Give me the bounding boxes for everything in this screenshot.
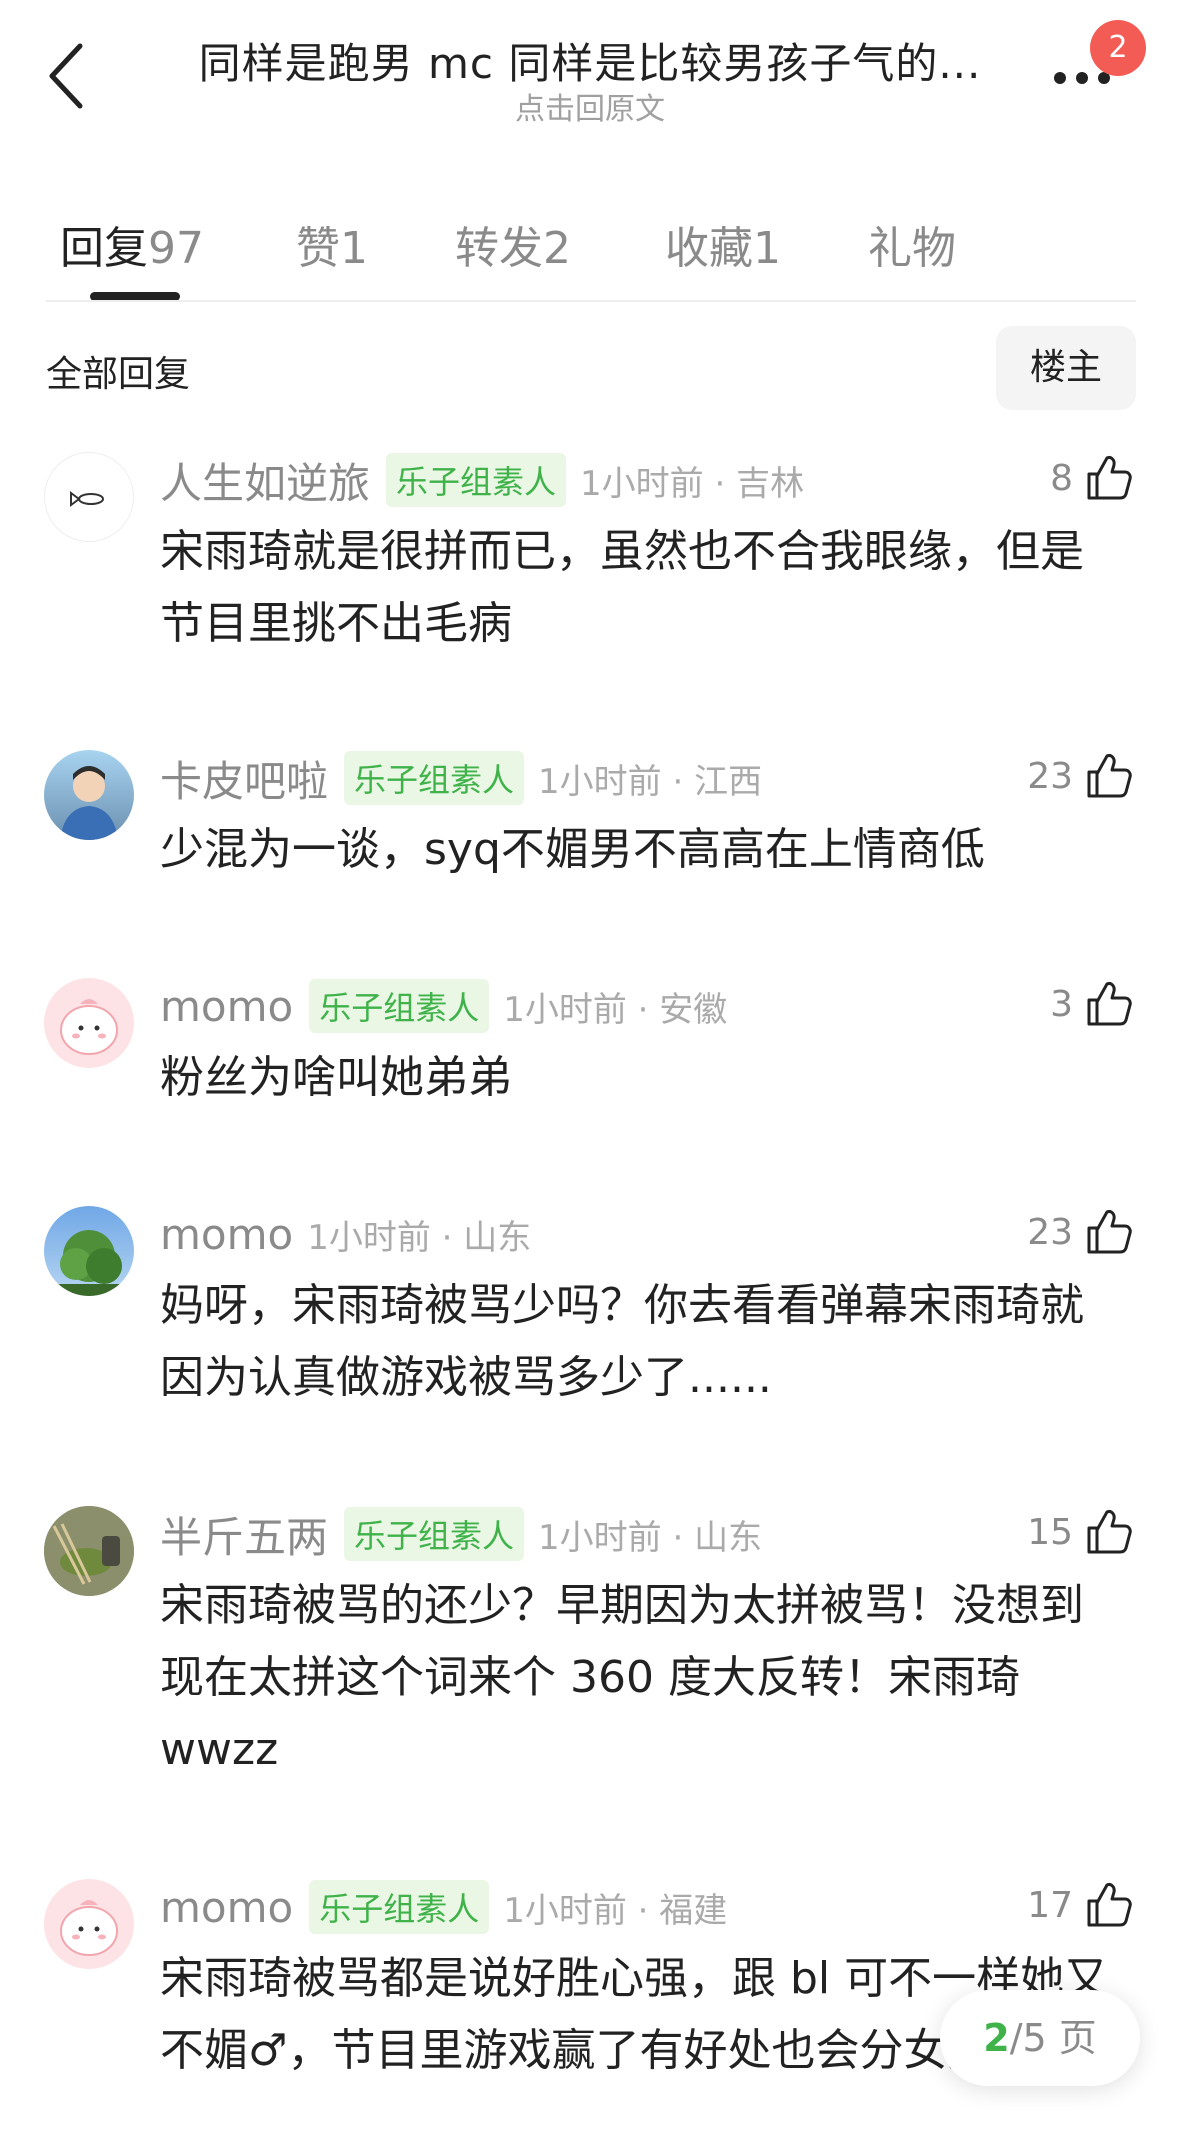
tab-bar: 回复97 赞1 转发2 收藏1 礼物 — [0, 200, 1179, 304]
thumbs-up-icon — [1087, 754, 1132, 798]
back-to-original-link[interactable]: 点击回原文 — [190, 84, 990, 128]
timestamp-location: 1小时前 · 山东 — [307, 1217, 532, 1258]
comment-item: momo 乐子组素人 1小时前 · 安徽 3 粉丝为啥叫她弟弟 — [0, 974, 1179, 1124]
thumbs-up-icon — [1087, 1210, 1132, 1254]
like-count: 8 — [1050, 457, 1073, 499]
timestamp-location: 1小时前 · 安徽 — [503, 989, 728, 1030]
user-badge: 乐子组素人 — [386, 453, 567, 507]
page-title[interactable]: 同样是跑男 mc 同样是比较男孩子气的... — [190, 30, 990, 91]
like-button[interactable]: 17 — [1027, 1875, 1135, 1935]
like-button[interactable]: 3 — [1050, 974, 1135, 1034]
avatar[interactable] — [44, 1879, 134, 1969]
comment-item: 人生如逆旅 乐子组素人 1小时前 · 吉林 8 宋雨琦就是很拼而已，虽然也不合我… — [0, 448, 1179, 668]
more-dots-icon — [1054, 72, 1066, 84]
chevron-left-icon — [49, 43, 83, 109]
avatar[interactable] — [44, 978, 134, 1068]
like-button[interactable]: 15 — [1027, 1502, 1135, 1562]
bottom-fade — [0, 2100, 1179, 2150]
section-title: 全部回复 — [46, 354, 191, 395]
pink-cartoon-icon — [60, 999, 118, 1055]
tab-replies[interactable]: 回复97 — [60, 212, 204, 276]
like-button[interactable]: 8 — [1050, 448, 1135, 508]
comment-text: 少混为一谈，syq不媚男不高高在上情商低 — [160, 824, 985, 875]
like-count: 17 — [1027, 1884, 1073, 1926]
username[interactable]: momo — [160, 1210, 293, 1259]
comment-item: 半斤五两 乐子组素人 1小时前 · 山东 15 宋雨琦被骂的还少？早期因为太拼被… — [0, 1502, 1179, 1802]
avatar[interactable] — [44, 750, 134, 840]
comment-text: 粉丝为啥叫她弟弟 — [160, 1052, 512, 1103]
username[interactable]: 半斤五两 — [160, 1504, 328, 1565]
notification-badge: 2 — [1090, 20, 1146, 76]
top-bar: 同样是跑男 mc 同样是比较男孩子气的... 点击回原文 2 — [0, 0, 1179, 150]
thumbs-up-icon — [1087, 456, 1132, 500]
thumbs-up-icon — [1087, 1883, 1132, 1927]
user-badge: 乐子组素人 — [309, 1880, 490, 1934]
timestamp-location: 1小时前 · 福建 — [503, 1890, 728, 1931]
username[interactable]: 人生如逆旅 — [160, 450, 370, 511]
username[interactable]: momo — [160, 982, 293, 1031]
avatar[interactable] — [44, 452, 134, 542]
comment-text: 宋雨琦就是很拼而已，虽然也不合我眼缘，但是节目里挑不出毛病 — [160, 526, 1084, 649]
like-count: 23 — [1027, 755, 1073, 797]
timestamp-location: 1小时前 · 江西 — [538, 761, 763, 802]
tree-photo-icon — [44, 1230, 134, 1296]
comment-item: momo 1小时前 · 山东 23 妈呀，宋雨琦被骂少吗？你去看看弹幕宋雨琦就因… — [0, 1202, 1179, 1422]
avatar[interactable] — [44, 1206, 134, 1296]
thumbs-up-icon — [1087, 982, 1132, 1026]
current-page: 2 — [983, 2016, 1010, 2060]
comment-item: 卡皮吧啦 乐子组素人 1小时前 · 江西 23 少混为一谈，syq不媚男不高高在… — [0, 746, 1179, 896]
tab-reposts[interactable]: 转发2 — [455, 212, 571, 276]
tab-gifts[interactable]: 礼物 — [868, 212, 956, 276]
back-button[interactable] — [40, 38, 96, 114]
tea-photo-icon — [44, 1506, 134, 1596]
user-badge: 乐子组素人 — [344, 751, 525, 805]
thumbs-up-icon — [1087, 1510, 1132, 1554]
like-button[interactable]: 23 — [1027, 746, 1135, 806]
divider — [46, 300, 1136, 302]
like-button[interactable]: 23 — [1027, 1202, 1135, 1262]
like-count: 23 — [1027, 1211, 1073, 1253]
user-badge: 乐子组素人 — [309, 979, 490, 1033]
username[interactable]: 卡皮吧啦 — [160, 748, 328, 809]
comment-text: 妈呀，宋雨琦被骂少吗？你去看看弹幕宋雨琦就因为认真做游戏被骂多少了...... — [160, 1280, 1084, 1403]
total-pages: /5 页 — [1009, 2016, 1097, 2060]
timestamp-location: 1小时前 · 吉林 — [580, 463, 805, 504]
pink-cartoon-icon — [60, 1900, 118, 1956]
timestamp-location: 1小时前 · 山东 — [538, 1517, 763, 1558]
comment-text: 宋雨琦被骂的还少？早期因为太拼被骂！没想到现在太拼这个词来个 360 度大反转！… — [160, 1580, 1084, 1775]
tab-likes[interactable]: 赞1 — [296, 212, 368, 276]
like-count: 15 — [1027, 1511, 1073, 1553]
owner-only-button[interactable]: 楼主 — [996, 326, 1136, 410]
username[interactable]: momo — [160, 1883, 293, 1932]
like-count: 3 — [1050, 983, 1073, 1025]
avatar[interactable] — [44, 1506, 134, 1596]
tab-favorites[interactable]: 收藏1 — [665, 212, 781, 276]
fish-sketch-icon — [70, 491, 104, 507]
user-badge: 乐子组素人 — [344, 1507, 525, 1561]
person-photo-icon — [60, 766, 118, 840]
page-indicator[interactable]: 2/5 页 — [940, 1990, 1140, 2086]
